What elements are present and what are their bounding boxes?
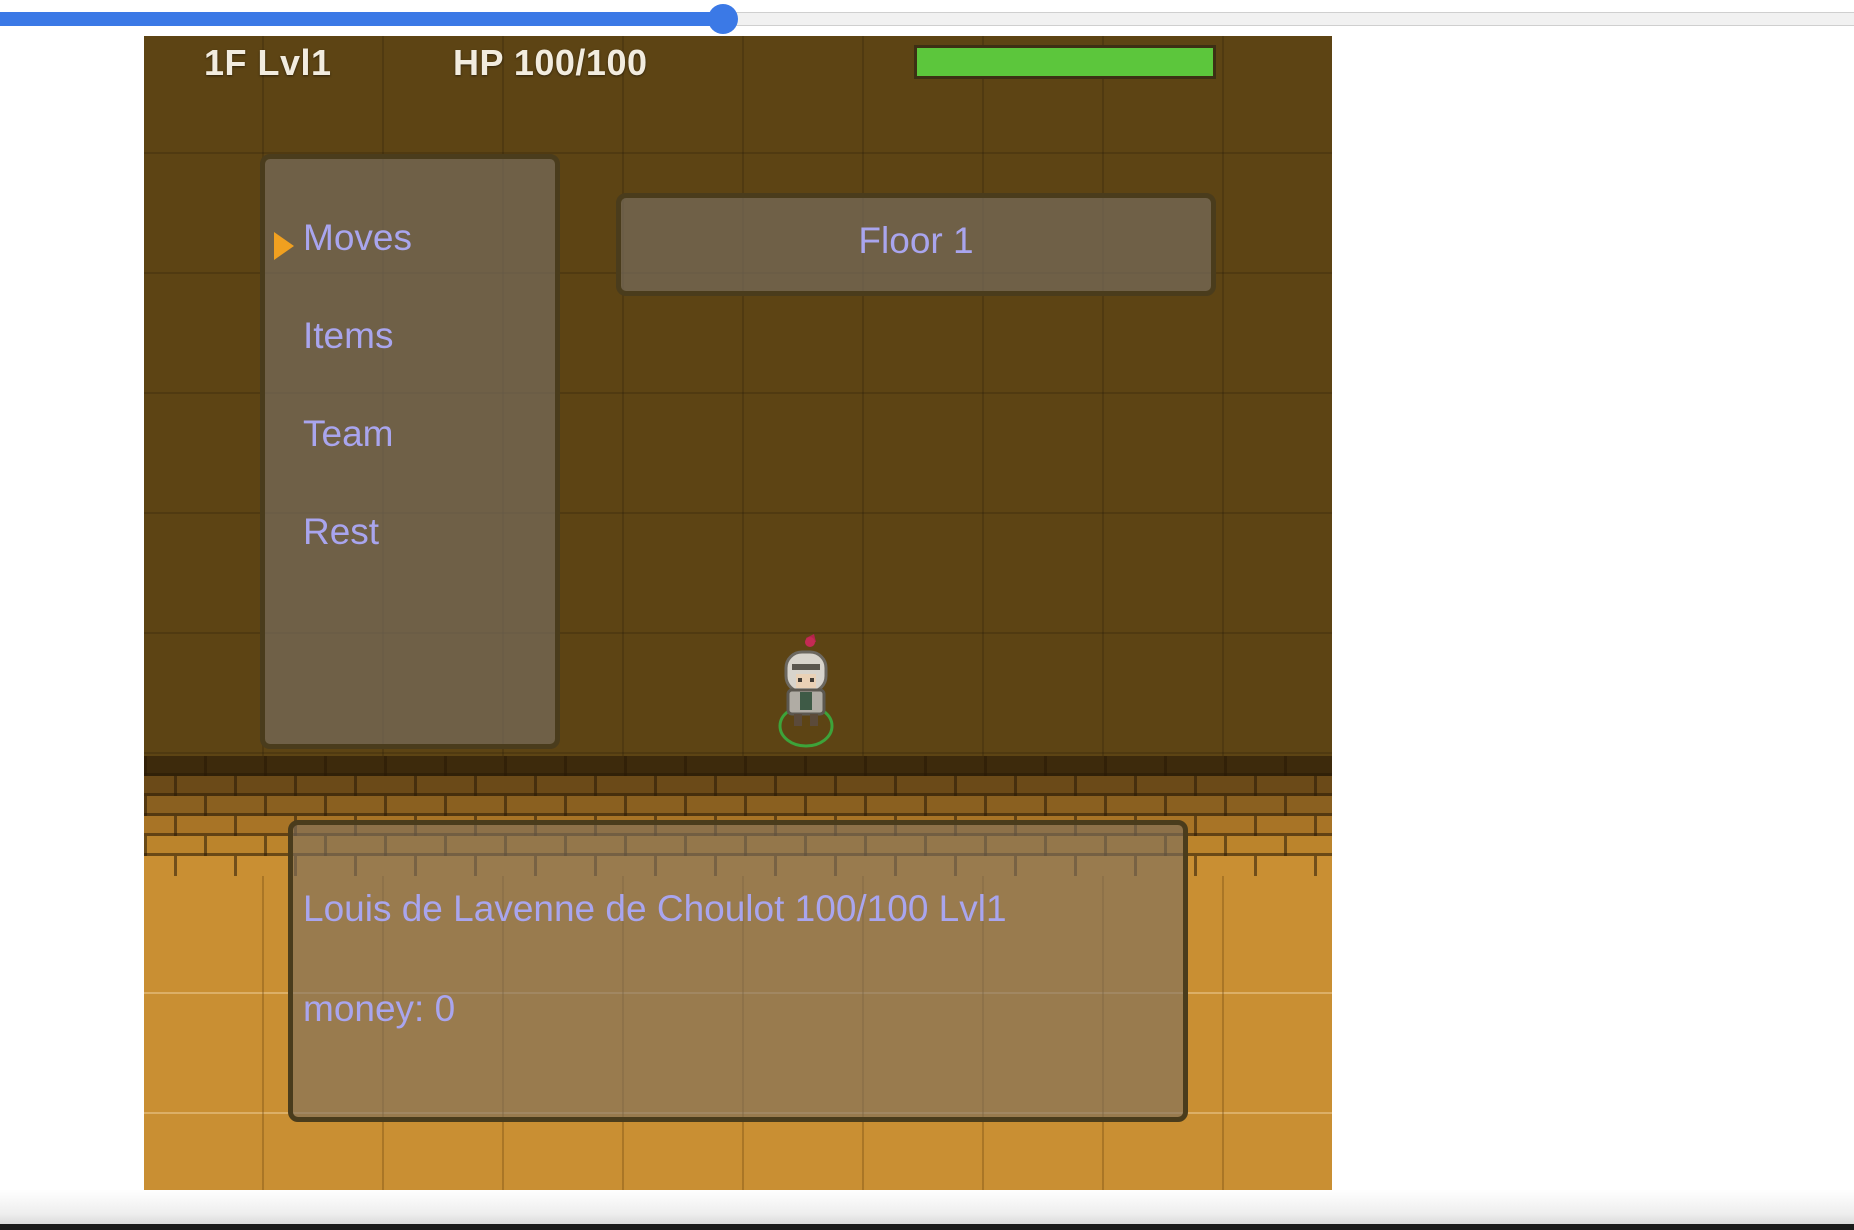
hp-bar-fill (917, 48, 1213, 76)
hp-text: HP 100/100 (453, 42, 648, 83)
menu-item-team[interactable]: Team (303, 413, 393, 455)
menu-item-items[interactable]: Items (303, 315, 393, 357)
menu-item-rest[interactable]: Rest (303, 511, 379, 553)
hp-bar (914, 45, 1216, 79)
menu-item-moves[interactable]: Moves (303, 217, 412, 259)
progress-slider-thumb[interactable] (708, 4, 738, 34)
floor-level-text: 1F Lvl1 (204, 42, 332, 83)
status-panel (288, 820, 1188, 1122)
armored-knight-sprite-icon (778, 634, 834, 748)
floor-label: Floor 1 (858, 220, 974, 261)
game-canvas[interactable]: 1F Lvl1 HP 100/100 Moves Items Team Rest… (144, 36, 1332, 1224)
triangle-pointer-icon (274, 232, 294, 260)
window-bottom-bar (0, 1224, 1854, 1230)
character-status-text: Louis de Lavenne de Choulot 100/100 Lvl1 (303, 888, 1007, 929)
progress-slider-fill (0, 12, 723, 26)
money-text: money: 0 (303, 988, 456, 1029)
